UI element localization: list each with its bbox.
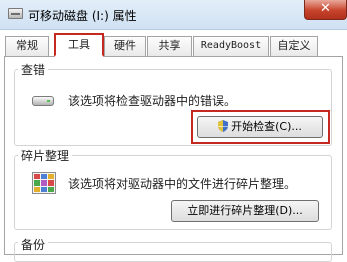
- defrag-title: 碎片整理: [18, 147, 73, 164]
- error-checking-description: 该选项将检查驱动器中的错误。: [68, 94, 237, 108]
- tab-hardware[interactable]: 硬件: [104, 36, 146, 56]
- title-bar: 可移动磁盘 (I:) 属性 ✕: [0, 0, 347, 30]
- backup-title: 备份: [18, 236, 49, 253]
- tab-tools[interactable]: 工具: [54, 33, 104, 57]
- close-button[interactable]: ✕: [304, 0, 347, 20]
- tab-sharing[interactable]: 共享: [147, 36, 192, 56]
- tab-general[interactable]: 常规: [5, 36, 49, 56]
- defrag-icon: [32, 172, 56, 194]
- tab-customize[interactable]: 自定义: [270, 36, 318, 56]
- defrag-now-button[interactable]: 立即进行碎片整理(D)...: [171, 200, 319, 222]
- hard-drive-icon: [32, 96, 54, 106]
- tab-readyboost[interactable]: ReadyBoost: [193, 36, 269, 56]
- window-title: 可移动磁盘 (I:) 属性: [28, 9, 137, 23]
- drive-icon: [8, 8, 23, 19]
- defrag-description: 该选项将对驱动器中的文件进行碎片整理。: [68, 177, 297, 191]
- check-button-highlight: [191, 110, 330, 144]
- error-checking-title: 查错: [18, 61, 49, 78]
- backup-group: [14, 242, 332, 262]
